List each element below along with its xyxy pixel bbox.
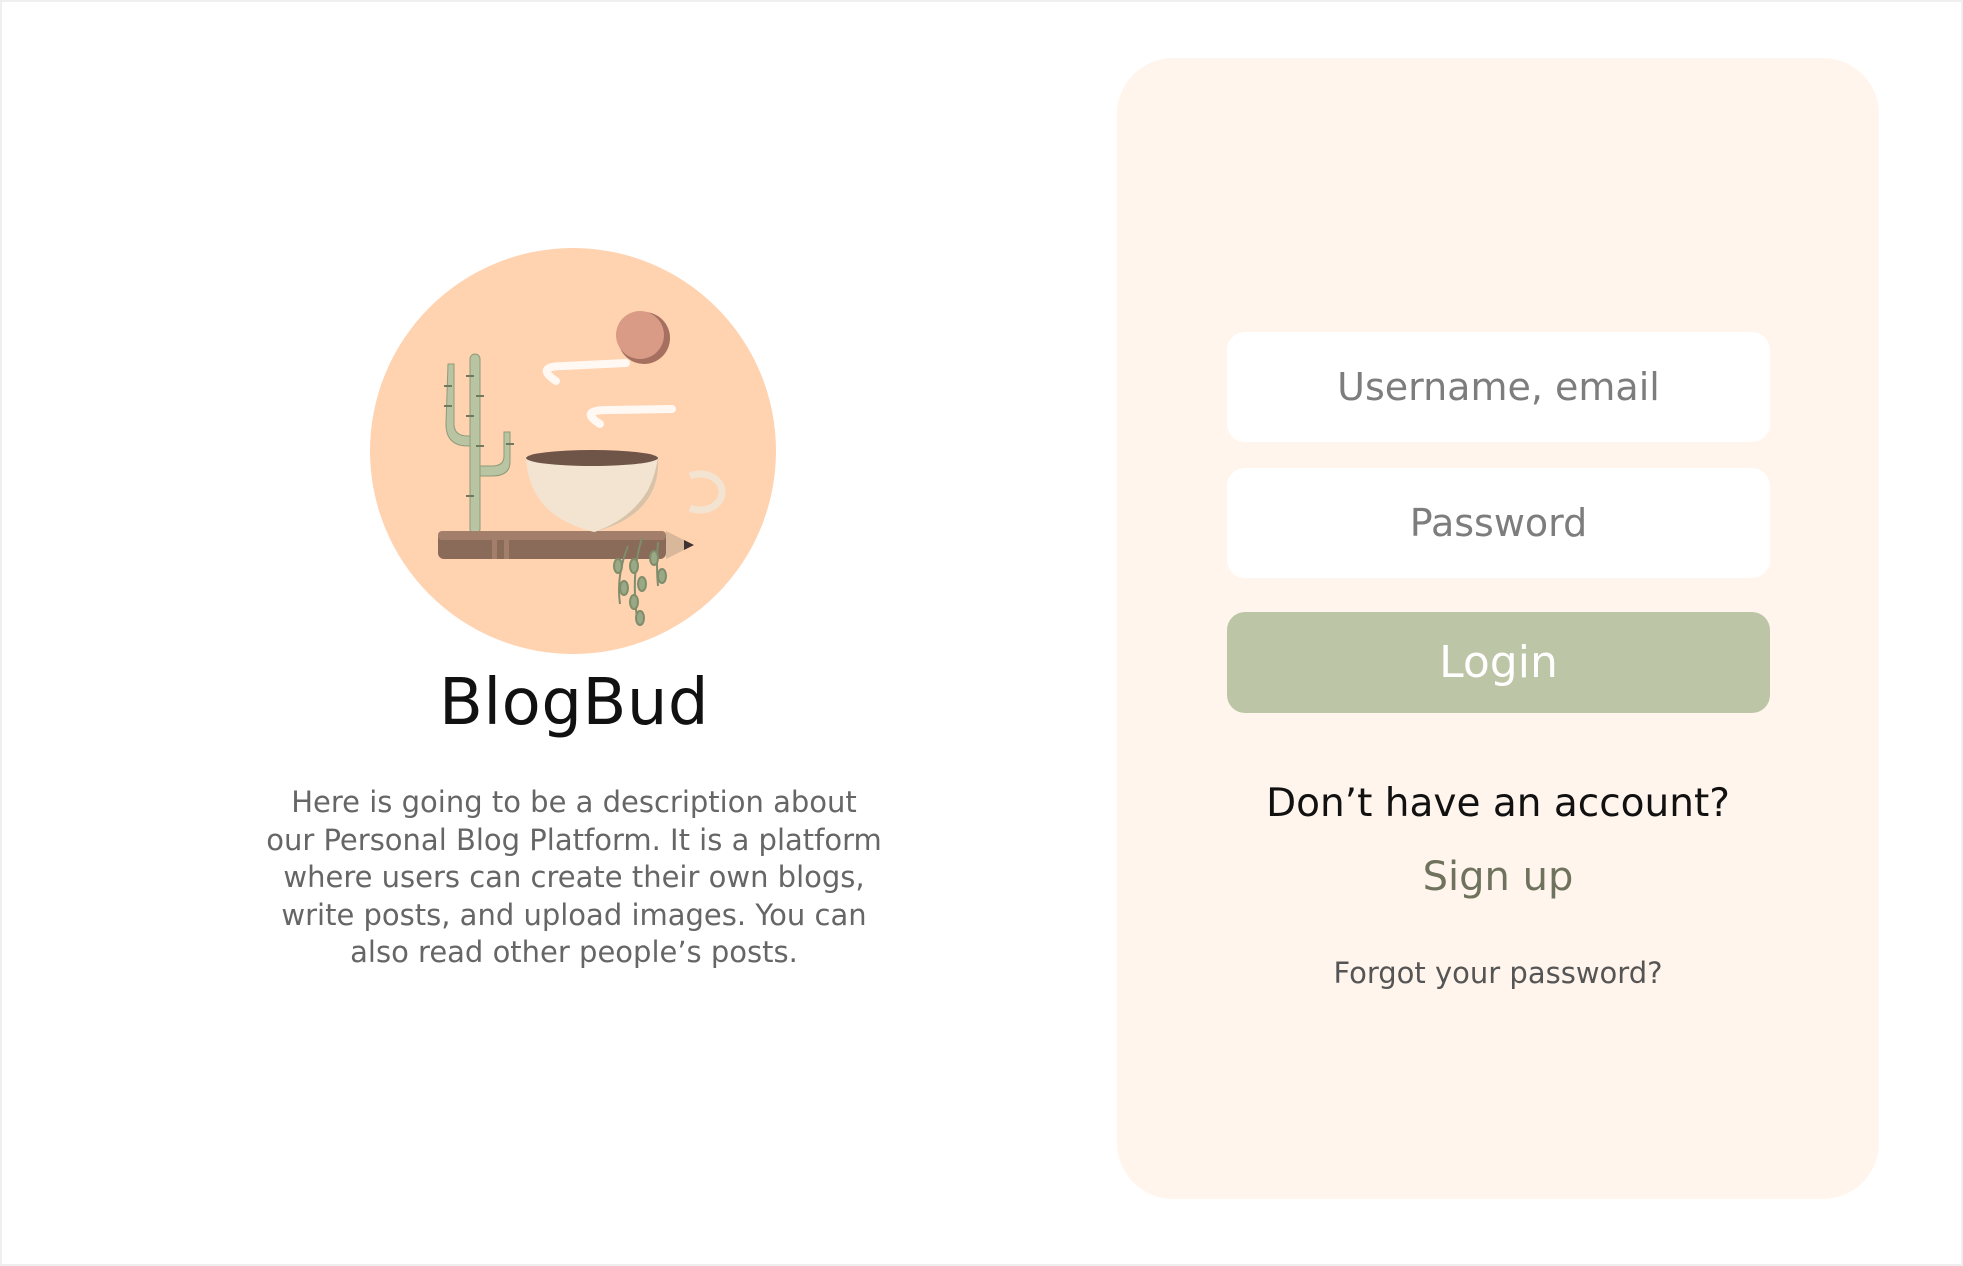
username-input[interactable]	[1227, 332, 1770, 442]
brand-name: BlogBud	[438, 666, 710, 740]
login-card: Login Don’t have an account? Sign up For…	[1117, 58, 1879, 1199]
brand-logo	[368, 246, 778, 656]
brand-description: Here is going to be a description about …	[266, 785, 882, 969]
signup-link[interactable]: Sign up	[1117, 854, 1879, 900]
login-button[interactable]: Login	[1227, 612, 1770, 713]
forgot-password-link[interactable]: Forgot your password?	[1117, 956, 1879, 990]
no-account-text: Don’t have an account?	[1266, 781, 1730, 826]
password-input[interactable]	[1227, 468, 1770, 578]
brand-panel: BlogBud Here is going to be a descriptio…	[2, 2, 1102, 1264]
logo-illustration-icon	[370, 248, 776, 654]
page-frame: BlogBud Here is going to be a descriptio…	[0, 0, 1963, 1266]
